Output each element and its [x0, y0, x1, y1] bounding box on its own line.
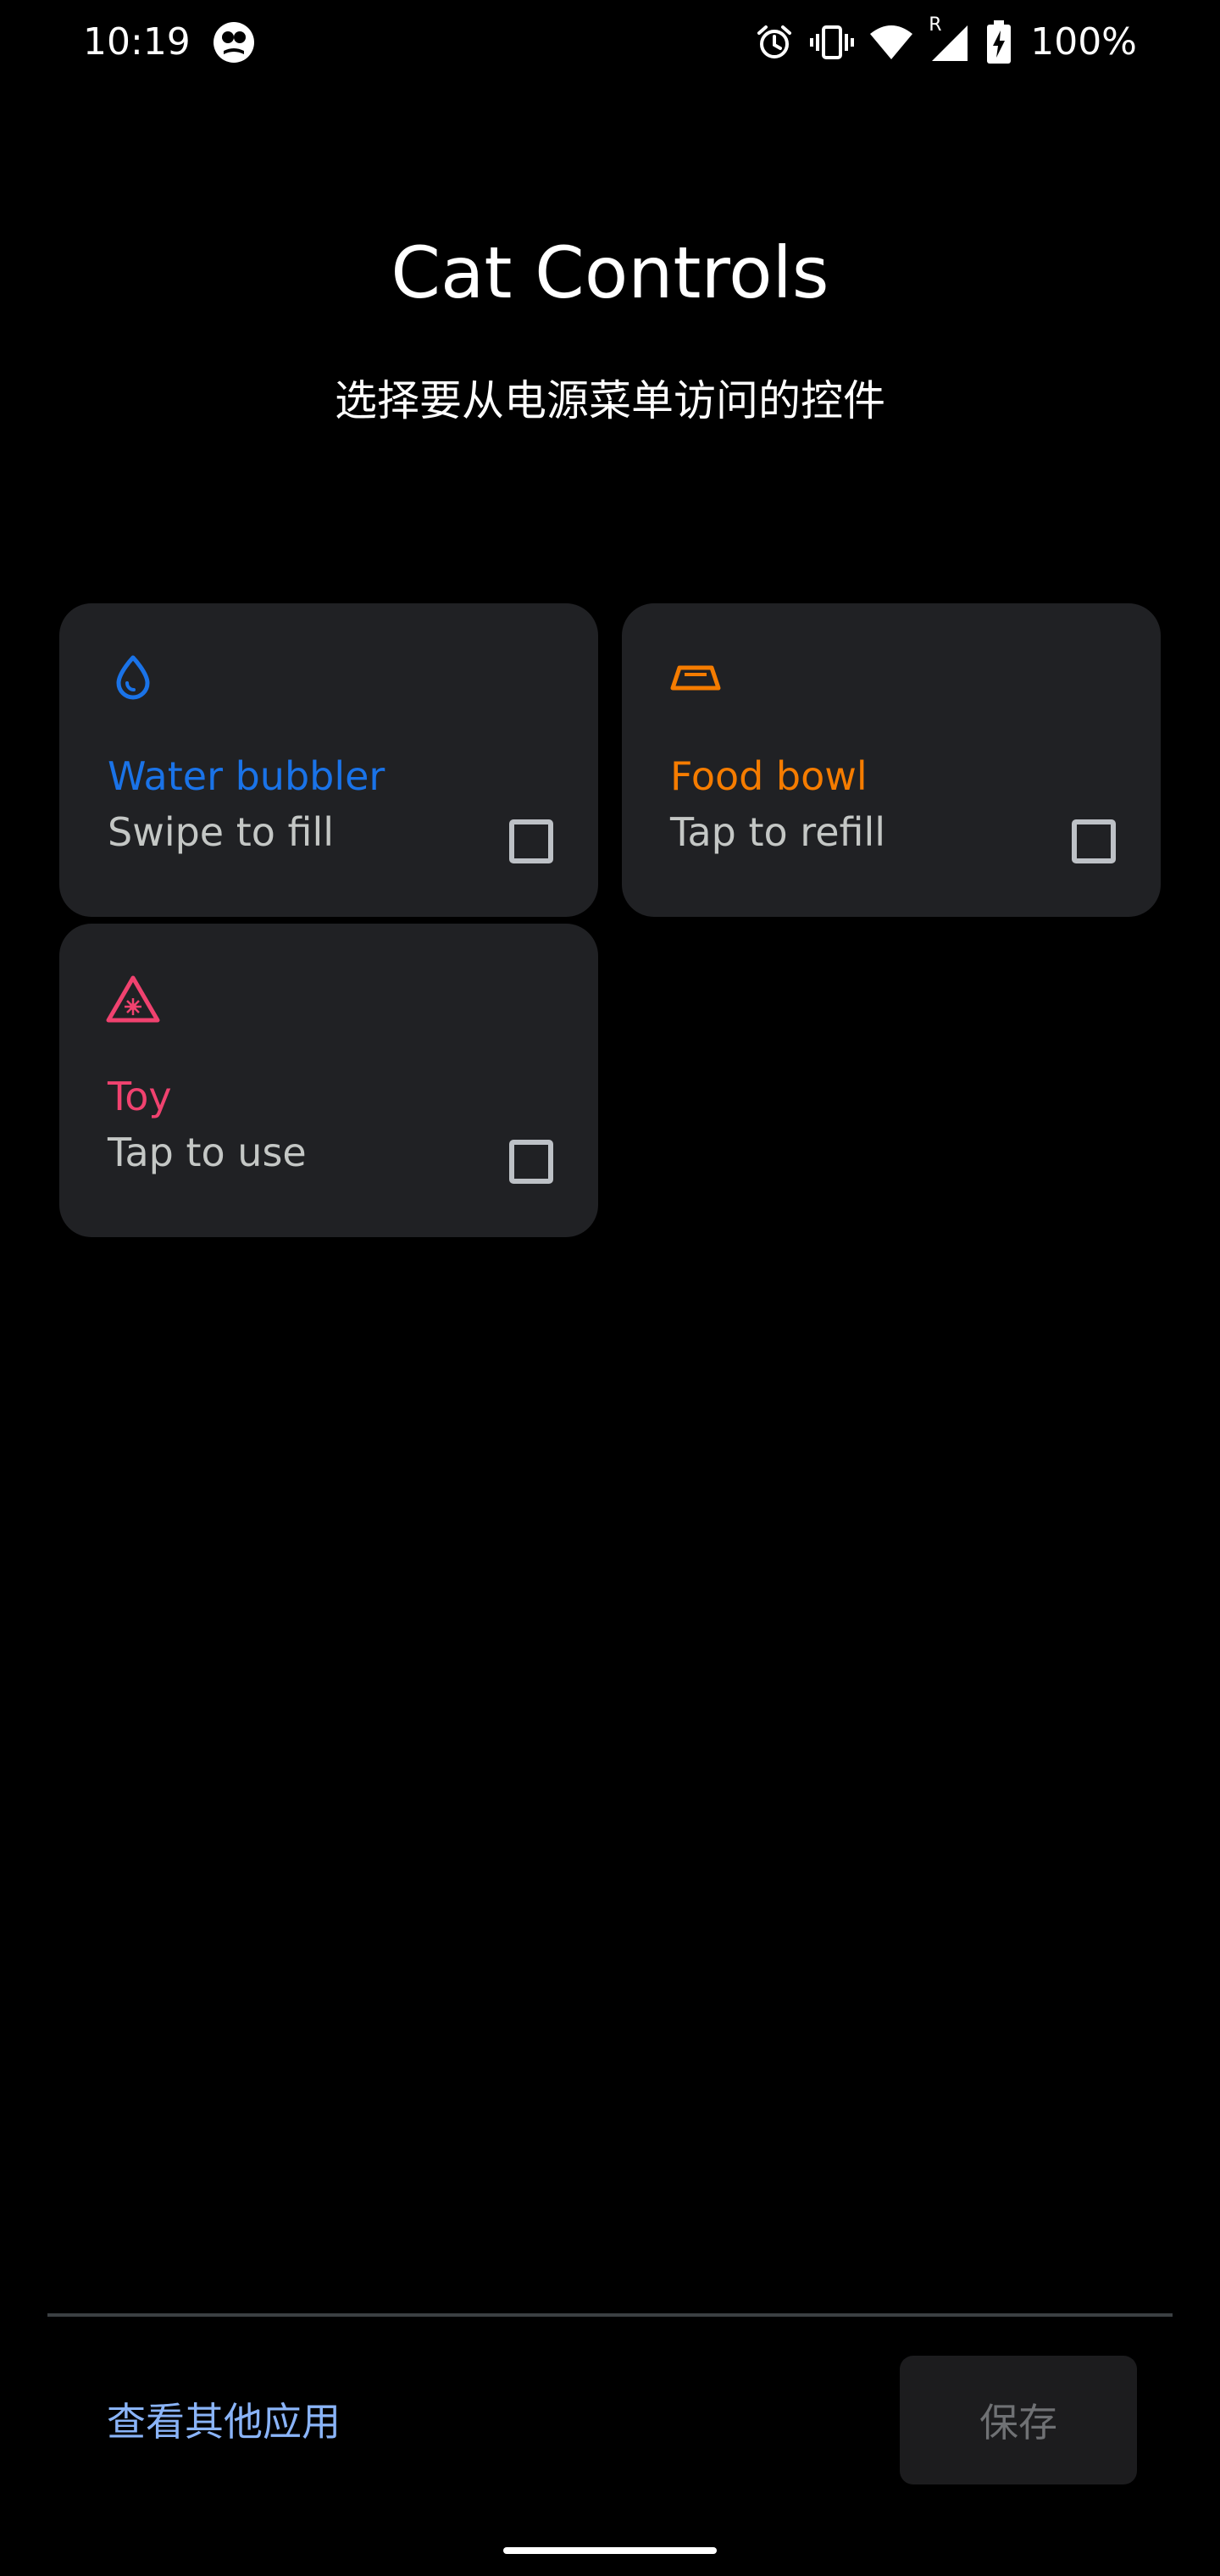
- control-subtitle: Swipe to fill: [108, 809, 335, 855]
- status-time: 10:19: [83, 20, 191, 64]
- water-drop-icon: [116, 655, 150, 700]
- control-checkbox[interactable]: [509, 819, 553, 863]
- gesture-navigation-bar[interactable]: [503, 2547, 717, 2554]
- bottom-divider: [47, 2313, 1173, 2317]
- status-icons: R 100%: [754, 15, 1137, 69]
- wifi-icon: [870, 25, 913, 59]
- page-subtitle: 选择要从电源菜单访问的控件: [335, 376, 885, 425]
- incognito-icon: [214, 22, 254, 63]
- control-title: Toy: [108, 1074, 172, 1119]
- control-card-toy[interactable]: Toy Tap to use: [59, 924, 598, 1237]
- see-other-apps-link[interactable]: 查看其他应用: [107, 2395, 341, 2449]
- vibrate-icon: [810, 25, 855, 59]
- laser-warning-icon: [106, 975, 160, 1023]
- food-bowl-icon: [670, 665, 721, 691]
- battery-charging-icon: [987, 20, 1012, 64]
- control-checkbox[interactable]: [509, 1140, 553, 1184]
- control-title: Water bubbler: [108, 753, 385, 799]
- control-card-food-bowl[interactable]: Food bowl Tap to refill: [622, 603, 1161, 917]
- control-title: Food bowl: [670, 753, 868, 799]
- alarm-icon: [757, 25, 792, 58]
- status-bar: 10:19 R 100%: [0, 0, 1220, 85]
- control-subtitle: Tap to refill: [670, 809, 886, 855]
- control-subtitle: Tap to use: [108, 1130, 307, 1175]
- control-card-water-bubbler[interactable]: Water bubbler Swipe to fill: [59, 603, 598, 917]
- signal-roaming-icon: R: [929, 15, 971, 64]
- page-title: Cat Controls: [391, 231, 829, 314]
- control-checkbox[interactable]: [1072, 819, 1116, 863]
- battery-percentage: 100%: [1030, 20, 1137, 64]
- save-button[interactable]: 保存: [900, 2356, 1137, 2484]
